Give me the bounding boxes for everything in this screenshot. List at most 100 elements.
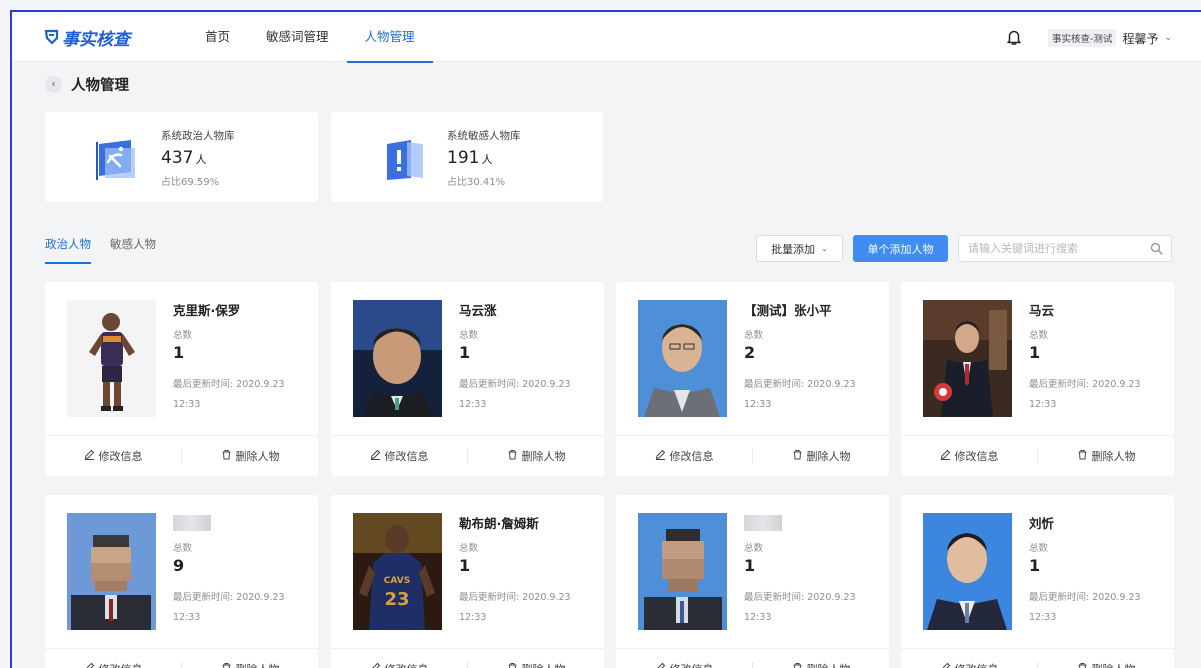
pencil-icon <box>370 449 381 463</box>
card-actions: 修改信息 删除人物 <box>45 435 318 476</box>
delete-person-label: 删除人物 <box>1091 450 1136 463</box>
edit-info-button[interactable]: 修改信息 <box>331 661 467 668</box>
delete-person-label: 删除人物 <box>522 661 566 668</box>
add-person-button[interactable]: 单个添加人物 <box>853 235 948 262</box>
app-logo[interactable]: 事实核查 <box>44 26 130 50</box>
nav-sensitive-words[interactable]: 敏感词管理 <box>248 12 347 62</box>
search-icon[interactable] <box>1150 242 1163 255</box>
app-frame: 事实核查 首页 敏感词管理 人物管理 事实核查-测试 程馨予 ⌄ ‹ 人物管理 <box>10 10 1201 668</box>
last-updated: 最后更新时间: 2020.9.23 12:33 <box>744 379 856 410</box>
edit-info-button[interactable]: 修改信息 <box>901 448 1037 464</box>
batch-add-label: 批量添加 <box>771 242 816 256</box>
edit-info-button[interactable]: 修改信息 <box>616 661 752 668</box>
edit-info-button[interactable]: 修改信息 <box>616 448 752 464</box>
person-card[interactable]: 总数 9 最后更新时间: 2020.9.23 12:33 修改信息 删除人物 <box>45 495 318 668</box>
stat-count: 437 人 <box>161 148 235 168</box>
last-updated: 最后更新时间: 2020.9.23 12:33 <box>173 379 285 410</box>
person-info: 总数 1 最后更新时间: 2020.9.23 12:33 <box>744 513 884 628</box>
stat-card-political: 系统政治人物库 437 人 占比69.59% <box>45 112 318 202</box>
nav-person-management[interactable]: 人物管理 <box>346 12 433 63</box>
total-label: 总数 <box>744 330 764 341</box>
person-photo <box>638 300 727 417</box>
total-count: 1 <box>744 556 756 575</box>
person-name: 【测试】张小平 <box>744 303 832 318</box>
user-menu[interactable]: 事实核查-测试 程馨予 ⌄ <box>1048 29 1172 47</box>
person-name: 克里斯·保罗 <box>173 303 241 318</box>
page-title: 人物管理 <box>71 78 129 94</box>
stat-count-value: 191 <box>447 148 480 168</box>
person-card[interactable]: 总数 1 最后更新时间: 2020.9.23 12:33 修改信息 删除人物 <box>616 495 889 668</box>
card-actions: 修改信息 删除人物 <box>901 648 1174 668</box>
total-count: 1 <box>1029 343 1041 362</box>
last-updated: 最后更新时间: 2020.9.23 12:33 <box>1029 592 1141 623</box>
card-actions: 修改信息 删除人物 <box>331 435 604 476</box>
svg-text:CAVS: CAVS <box>384 576 410 586</box>
total-count: 2 <box>744 343 756 362</box>
trash-icon <box>792 662 803 668</box>
pencil-icon <box>84 662 95 668</box>
tab-sensitive[interactable]: 敏感人物 <box>110 236 156 264</box>
person-info: 总数 9 最后更新时间: 2020.9.23 12:33 <box>173 513 313 628</box>
person-card[interactable]: 马云 总数 1 最后更新时间: 2020.9.23 12:33 修改信息 删除人物 <box>901 282 1174 476</box>
person-card[interactable]: 克里斯·保罗 总数 1 最后更新时间: 2020.9.23 12:33 修改信息 删除人物 <box>45 282 318 476</box>
tab-political[interactable]: 政治人物 <box>45 236 91 264</box>
main-nav: 首页 敏感词管理 人物管理 <box>187 12 433 63</box>
delete-person-button[interactable]: 删除人物 <box>468 661 604 668</box>
delete-person-button[interactable]: 删除人物 <box>182 448 318 464</box>
search-input[interactable] <box>959 236 1139 261</box>
bell-icon[interactable] <box>1005 28 1023 46</box>
person-name-redacted <box>744 515 782 531</box>
pencil-icon <box>940 449 951 463</box>
back-button[interactable]: ‹ <box>45 76 62 93</box>
edit-info-button[interactable]: 修改信息 <box>45 448 181 464</box>
delete-person-button[interactable]: 删除人物 <box>1038 448 1174 464</box>
batch-add-button[interactable]: 批量添加 ⌄ <box>756 235 843 262</box>
person-name: 马云 <box>1029 303 1055 318</box>
person-name-redacted <box>173 515 211 531</box>
card-actions: 修改信息 删除人物 <box>901 435 1174 476</box>
stat-label: 系统敏感人物库 <box>447 130 521 142</box>
edit-info-label: 修改信息 <box>98 450 143 463</box>
trash-icon <box>221 662 232 668</box>
user-org-tag: 事实核查-测试 <box>1048 29 1117 47</box>
total-label: 总数 <box>1029 330 1049 341</box>
total-count: 1 <box>459 556 471 575</box>
edit-info-button[interactable]: 修改信息 <box>45 661 181 668</box>
edit-info-button[interactable]: 修改信息 <box>901 661 1037 668</box>
delete-person-button[interactable]: 删除人物 <box>1038 661 1174 668</box>
pencil-icon <box>84 449 95 463</box>
person-card[interactable]: 马云涨 总数 1 最后更新时间: 2020.9.23 12:33 修改信息 删除人物 <box>331 282 604 476</box>
delete-person-button[interactable]: 删除人物 <box>753 448 889 464</box>
person-info: 马云 总数 1 最后更新时间: 2020.9.23 12:33 <box>1029 300 1169 415</box>
trash-icon <box>792 449 803 463</box>
person-card[interactable]: 刘忻总数 1 最后更新时间: 2020.9.23 12:33 修改信息 删除人物 <box>901 495 1174 668</box>
person-photo <box>638 513 727 630</box>
delete-person-button[interactable]: 删除人物 <box>182 661 318 668</box>
edit-info-button[interactable]: 修改信息 <box>331 448 467 464</box>
person-card[interactable]: CAVS 23 勒布朗·詹姆斯总数 1 最后更新时间: 2020.9.23 12:33 修… <box>331 495 604 668</box>
delete-person-button[interactable]: 删除人物 <box>468 448 604 464</box>
pencil-icon <box>370 662 381 668</box>
delete-person-button[interactable]: 删除人物 <box>753 661 889 668</box>
top-header: 事实核查 首页 敏感词管理 人物管理 事实核查-测试 程馨予 ⌄ <box>12 12 1201 63</box>
person-card[interactable]: 【测试】张小平总数 2 最后更新时间: 2020.9.23 12:33 修改信息 删除人… <box>616 282 889 476</box>
edit-info-label: 修改信息 <box>385 661 429 668</box>
stat-count-value: 437 <box>161 148 194 168</box>
delete-person-label: 删除人物 <box>236 661 280 668</box>
edit-info-label: 修改信息 <box>670 661 714 668</box>
edit-info-label: 修改信息 <box>99 661 143 668</box>
trash-icon <box>1077 662 1088 668</box>
person-name: 勒布朗·詹姆斯 <box>459 516 539 531</box>
trash-icon <box>221 449 232 463</box>
person-photo <box>67 300 156 417</box>
stat-unit: 人 <box>195 153 207 166</box>
delete-person-label: 删除人物 <box>806 450 851 463</box>
nav-home[interactable]: 首页 <box>187 12 248 62</box>
person-photo <box>923 300 1012 417</box>
total-count: 1 <box>173 343 185 362</box>
page-header: ‹ 人物管理 <box>45 74 129 95</box>
total-label: 总数 <box>459 330 479 341</box>
stat-ratio: 占比30.41% <box>447 177 506 188</box>
person-photo: CAVS 23 <box>353 513 442 630</box>
search-box <box>958 235 1172 262</box>
